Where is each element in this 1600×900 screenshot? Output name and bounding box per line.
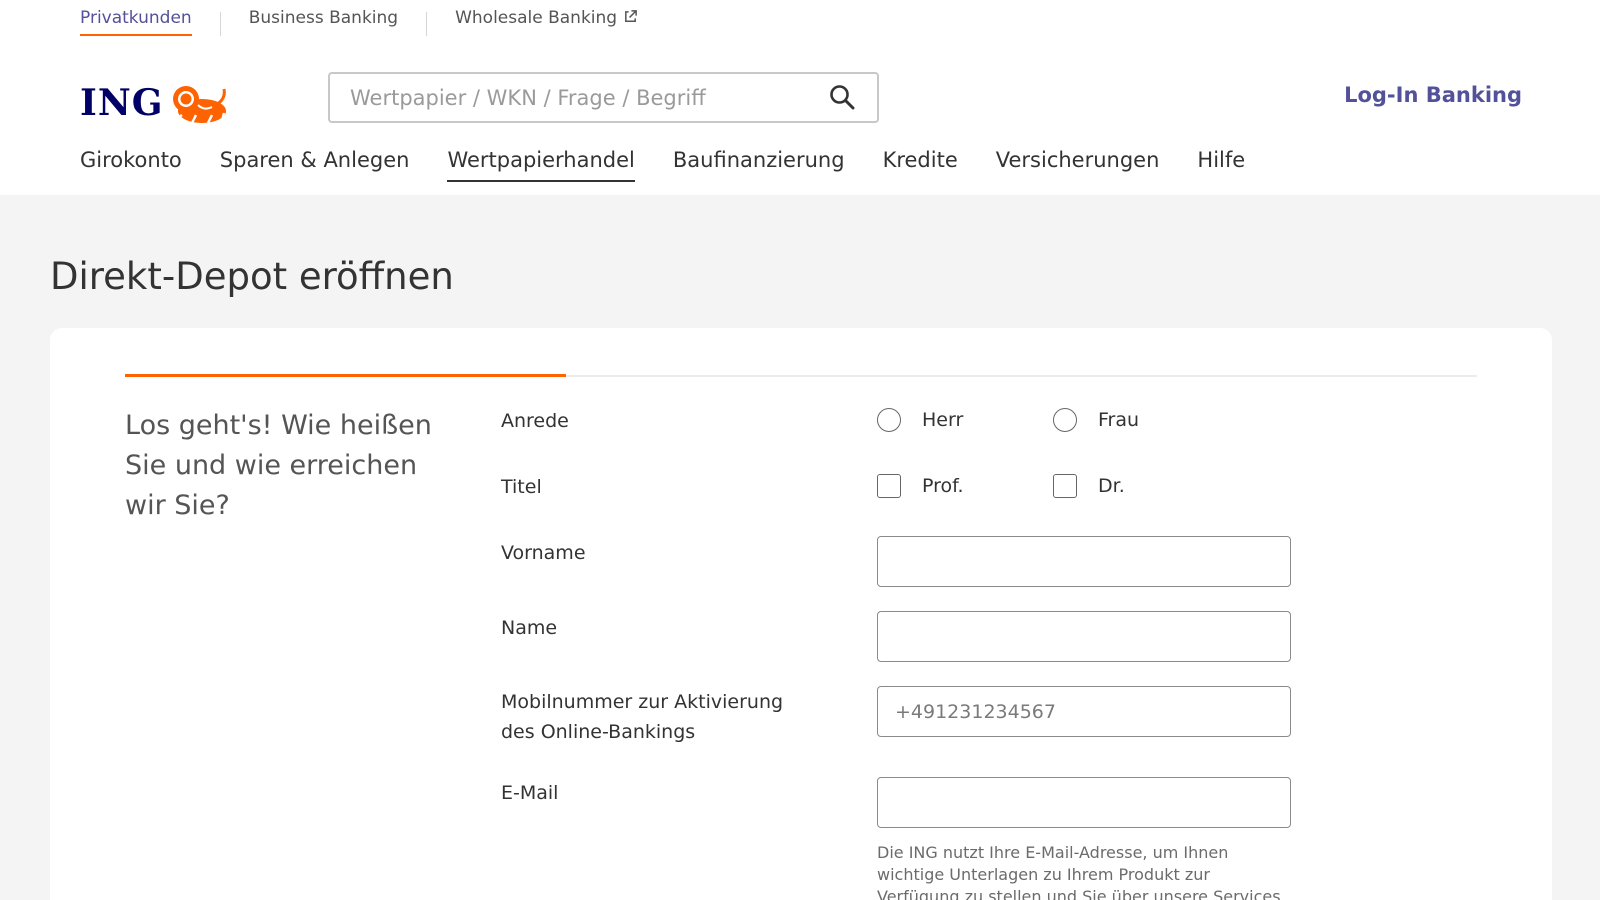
anrede-frau-label: Frau: [1098, 409, 1140, 431]
nav-hilfe[interactable]: Hilfe: [1197, 148, 1245, 182]
ing-logo[interactable]: ING: [80, 80, 230, 126]
logo-wordmark: ING: [80, 82, 164, 124]
page-title: Direkt-Depot eröffnen: [50, 255, 454, 298]
anrede-label: Anrede: [501, 410, 569, 432]
segment-privatkunden[interactable]: Privatkunden: [80, 8, 192, 36]
segment-divider: [219, 12, 221, 36]
segment-business-banking[interactable]: Business Banking: [249, 8, 398, 34]
titel-dr-label: Dr.: [1098, 475, 1125, 497]
vorname-input[interactable]: [877, 536, 1291, 587]
mobil-input[interactable]: [877, 686, 1291, 737]
anrede-option-frau[interactable]: Frau: [1053, 408, 1139, 432]
email-label: E-Mail: [501, 782, 559, 804]
anrede-option-herr[interactable]: Herr: [877, 408, 963, 432]
vorname-label: Vorname: [501, 542, 586, 564]
nav-sparen-anlegen[interactable]: Sparen & Anlegen: [220, 148, 410, 182]
site-header: Privatkunden Business Banking Wholesale …: [0, 0, 1600, 195]
segment-wholesale-banking[interactable]: Wholesale Banking: [455, 8, 638, 34]
search-icon[interactable]: [829, 84, 855, 110]
anrede-frau-radio[interactable]: [1053, 408, 1077, 432]
nav-versicherungen[interactable]: Versicherungen: [996, 148, 1160, 182]
login-banking-link[interactable]: Log-In Banking: [1344, 83, 1522, 107]
email-input[interactable]: [877, 777, 1291, 828]
search-input[interactable]: [330, 74, 810, 121]
step-intro-heading: Los geht's! Wie hei­ßen Sie und wie erre…: [125, 410, 432, 521]
anrede-herr-radio[interactable]: [877, 408, 901, 432]
nav-girokonto[interactable]: Girokonto: [80, 148, 182, 182]
titel-dr-checkbox[interactable]: [1053, 474, 1077, 498]
nav-wertpapierhandel[interactable]: Wertpapierhandel: [447, 148, 635, 182]
mobil-label-line2: des Online-Bankings: [501, 721, 696, 743]
segment-divider: [426, 12, 428, 36]
mobil-label: Mobilnummer zur Aktivierung des Online-B…: [501, 687, 783, 747]
email-hint-text: Die ING nutzt Ihre E-Mail-Adresse, um Ih…: [877, 843, 1281, 900]
titel-option-prof[interactable]: Prof.: [877, 474, 964, 498]
titel-label: Titel: [501, 476, 542, 498]
external-link-icon: [625, 10, 637, 22]
segment-switcher: Privatkunden Business Banking Wholesale …: [80, 8, 638, 38]
name-input[interactable]: [877, 611, 1291, 662]
progress-bar: [125, 374, 1477, 377]
form-card: Los geht's! Wie hei­ßen Sie und wie erre…: [50, 328, 1552, 900]
segment-wholesale-label: Wholesale Banking: [455, 8, 618, 28]
main-navigation: Girokonto Sparen & Anlegen Wertpapierhan…: [80, 148, 1283, 184]
titel-option-dr[interactable]: Dr.: [1053, 474, 1125, 498]
name-label: Name: [501, 617, 558, 639]
mobil-label-line1: Mobilnummer zur Aktivierung: [501, 691, 784, 713]
nav-baufinanzierung[interactable]: Baufinanzierung: [673, 148, 845, 182]
titel-prof-label: Prof.: [922, 475, 964, 497]
progress-bar-fill: [125, 374, 566, 377]
nav-kredite[interactable]: Kredite: [883, 148, 958, 182]
anrede-herr-label: Herr: [922, 409, 964, 431]
lion-logo-icon: [172, 86, 226, 124]
titel-prof-checkbox[interactable]: [877, 474, 901, 498]
search-box: [328, 72, 879, 123]
